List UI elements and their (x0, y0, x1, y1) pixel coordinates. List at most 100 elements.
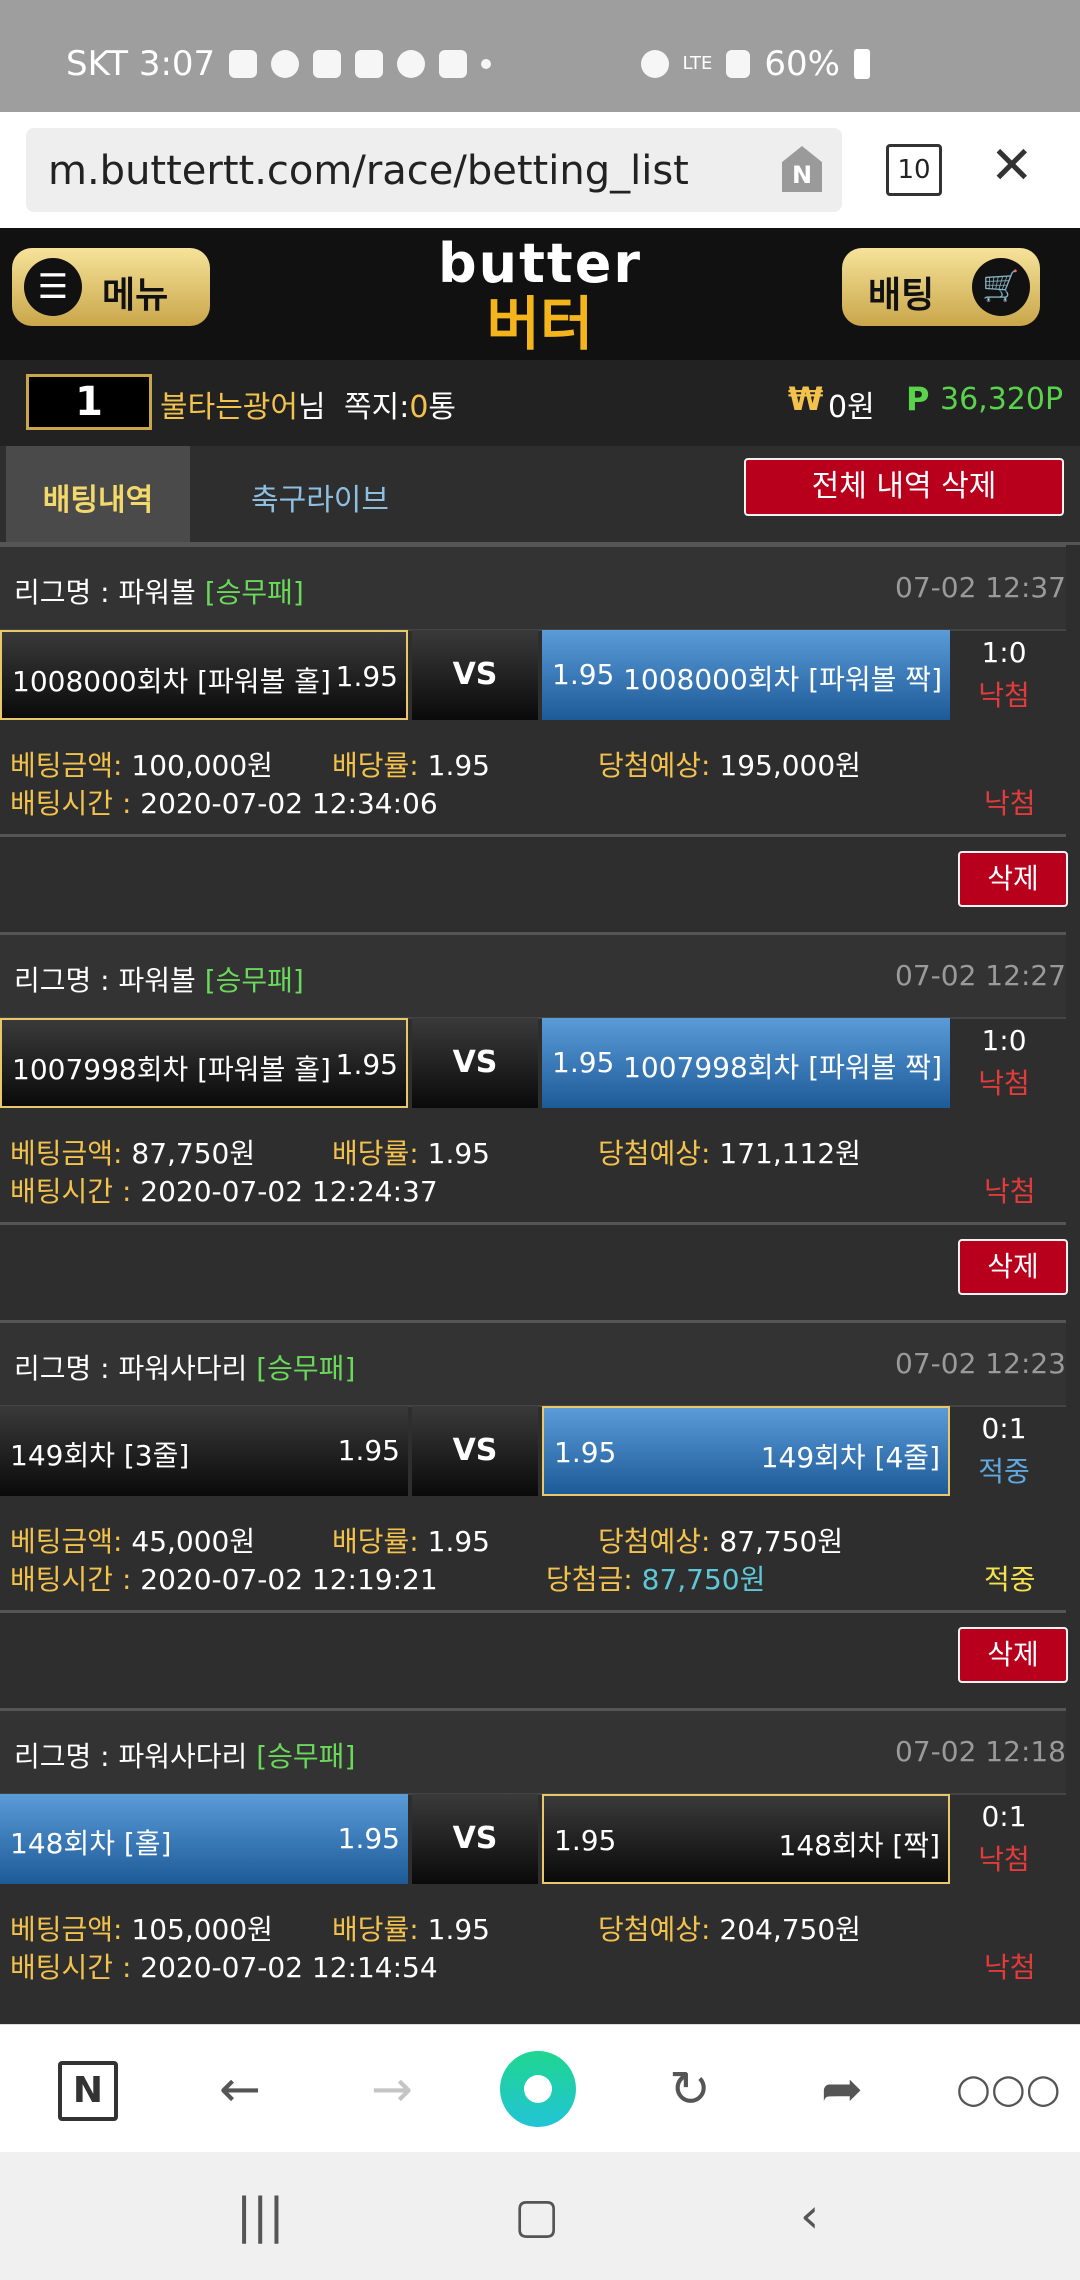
tab-betting-history[interactable]: 배팅내역 (6, 446, 190, 542)
message-count-value: 0 (409, 390, 429, 425)
bet-expected: 당첨예상: 204,750원 (598, 1908, 861, 1948)
away-odds: 1.95 (552, 658, 615, 691)
time-label: 배팅시간 : (10, 1175, 132, 1208)
league-prefix: 리그명 : (14, 576, 119, 609)
signal-icon (726, 50, 751, 78)
home-team[interactable]: 149회차 [3줄] 1.95 (0, 1406, 408, 1496)
amount-value: 105,000원 (131, 1913, 273, 1946)
menu-button[interactable]: ☰ 메뉴 (12, 248, 210, 326)
expected-value: 171,112원 (719, 1137, 861, 1170)
bet-info-row: 베팅금액: 100,000원 배당률: 1.95 당첨예상: 195,000원 (0, 744, 1066, 784)
home-team-name: 1008000회차 [파워볼 홀] (12, 665, 331, 698)
message-count[interactable]: 쪽지:0통 (344, 382, 456, 426)
tabs-button[interactable]: 10 (886, 144, 942, 196)
away-team[interactable]: 1.95 1008000회차 [파워볼 짝] (542, 630, 950, 720)
address-field[interactable]: m.buttertt.com/race/betting_list N (26, 128, 842, 212)
league-row: 리그명 : 파워볼 [승무패] 07-02 12:37 (0, 544, 1066, 631)
expected-value: 87,750원 (719, 1525, 844, 1558)
bet-datetime: 07-02 12:18 (895, 1735, 1066, 1768)
delete-button[interactable]: 삭제 (958, 851, 1068, 907)
delete-button[interactable]: 삭제 (958, 1627, 1068, 1683)
expected-label: 당첨예상: (598, 1525, 711, 1558)
bet-datetime: 07-02 12:23 (895, 1347, 1066, 1380)
match-row: 149회차 [3줄] 1.95 VS 1.95 149회차 [4줄] 0:1 적… (0, 1406, 1066, 1500)
paid-value: 87,750원 (641, 1563, 766, 1596)
expected-value: 195,000원 (719, 749, 861, 782)
bet-time: 배팅시간 : 2020-07-02 12:19:21 (10, 1558, 438, 1598)
home-team[interactable]: 148회차 [홀] 1.95 (0, 1794, 408, 1884)
betting-button[interactable]: 배팅 🛒 (842, 248, 1040, 326)
home-team-selected[interactable]: 1007998회차 [파워볼 홀] 1.95 (0, 1018, 408, 1108)
arrow-right-icon[interactable]: → (360, 2057, 424, 2121)
time-value: 2020-07-02 12:19:21 (140, 1563, 438, 1596)
bet-result: 낙첨 (984, 787, 1036, 820)
amount-value: 45,000원 (131, 1525, 256, 1558)
more-icon[interactable]: ○○○ (956, 2057, 1061, 2121)
match-row: 148회차 [홀] 1.95 VS 1.95 148회차 [짝] 0:1 낙첨 (0, 1794, 1066, 1888)
browser-url-bar: m.buttertt.com/race/betting_list N 10 ✕ (0, 112, 1080, 228)
match-row: 1007998회차 [파워볼 홀] 1.95 VS 1.95 1007998회차… (0, 1018, 1066, 1112)
time-value: 2020-07-02 12:14:54 (140, 1951, 438, 1984)
share-icon[interactable]: ➦ (810, 2057, 874, 2121)
score: 0:1 (981, 1800, 1027, 1833)
amount-label: 베팅금액: (10, 1525, 123, 1558)
away-team-name: 1007998회차 [파워볼 짝] (623, 1051, 942, 1084)
naver-home-icon[interactable] (500, 2051, 576, 2127)
odds-label: 배당률: (332, 1913, 419, 1946)
score: 0:1 (981, 1412, 1027, 1445)
league-name: 리그명 : 파워볼 [승무패] (14, 571, 304, 611)
url-text[interactable]: m.buttertt.com/race/betting_list (48, 148, 689, 194)
site-header: ☰ 메뉴 butter 버터 배팅 🛒 (0, 228, 1080, 360)
away-team-name: 148회차 [짝] (778, 1829, 940, 1862)
home-odds: 1.95 (335, 1048, 398, 1081)
delete-all-button[interactable]: 전체 내역 삭제 (744, 458, 1064, 516)
away-team-name: 149회차 [4줄] (760, 1441, 940, 1474)
battery-icon (854, 49, 870, 79)
bet-result: 낙첨 (984, 1951, 1036, 1984)
expected-label: 당첨예상: (598, 749, 711, 782)
add-home-icon[interactable]: N (782, 146, 822, 192)
league-prefix: 리그명 : (14, 1740, 119, 1773)
notification-dot-icon (481, 59, 492, 69)
arrow-left-icon[interactable]: ← (208, 2057, 272, 2121)
vs-label: VS (412, 1406, 538, 1496)
carrier-time: SKT 3:07 (66, 44, 216, 84)
bet-odds: 배당률: 1.95 (332, 744, 490, 784)
league-name: 리그명 : 파워사다리 [승무패] (14, 1735, 355, 1775)
home-team-name: 149회차 [3줄] (10, 1439, 190, 1472)
recent-apps-icon[interactable]: ||| (236, 2188, 285, 2244)
close-icon[interactable]: ✕ (990, 140, 1034, 192)
score: 1:0 (981, 1024, 1027, 1057)
pay-icon (271, 50, 300, 78)
back-icon[interactable]: ‹ (800, 2188, 819, 2244)
away-team[interactable]: 1.95 1007998회차 [파워볼 짝] (542, 1018, 950, 1108)
naver-n-icon[interactable]: N (58, 2061, 118, 2121)
away-team-selected[interactable]: 1.95 149회차 [4줄] (542, 1406, 950, 1496)
odds-value: 1.95 (427, 1525, 490, 1558)
home-team-selected[interactable]: 1008000회차 [파워볼 홀] 1.95 (0, 630, 408, 720)
logo-en: butter (438, 232, 642, 295)
home-icon[interactable]: ▢ (514, 2188, 559, 2244)
league-prefix: 리그명 : (14, 1352, 119, 1385)
bet-odds: 배당률: 1.95 (332, 1908, 490, 1948)
site-logo[interactable]: butter 버터 (424, 232, 656, 355)
bet-datetime: 07-02 12:37 (895, 571, 1066, 604)
bet-info-row: 베팅금액: 105,000원 배당률: 1.95 당첨예상: 204,750원 (0, 1908, 1066, 1948)
betting-label: 배팅 (868, 275, 935, 316)
home-odds: 1.95 (337, 1434, 400, 1467)
bet-time-row: 배팅시간 : 2020-07-02 12:14:54 낙첨 (0, 1946, 1066, 1986)
won-icon: ₩ (788, 380, 824, 418)
away-team-selected[interactable]: 1.95 148회차 [짝] (542, 1794, 950, 1884)
verdict: 적중 (978, 1455, 1030, 1488)
tab-soccer-live[interactable]: 축구라이브 (200, 446, 440, 542)
menu-label: 메뉴 (102, 275, 169, 316)
username-text: 불타는광어 (160, 390, 298, 425)
refresh-icon[interactable]: ↻ (658, 2057, 722, 2121)
home-odds: 1.95 (335, 660, 398, 693)
odds-label: 배당률: (332, 1525, 419, 1558)
bet-result: 적중 (984, 1563, 1036, 1596)
bet-type: [승무패] (256, 1352, 356, 1385)
alarm-icon (640, 50, 669, 78)
bet-type: [승무패] (256, 1740, 356, 1773)
delete-button[interactable]: 삭제 (958, 1239, 1068, 1295)
